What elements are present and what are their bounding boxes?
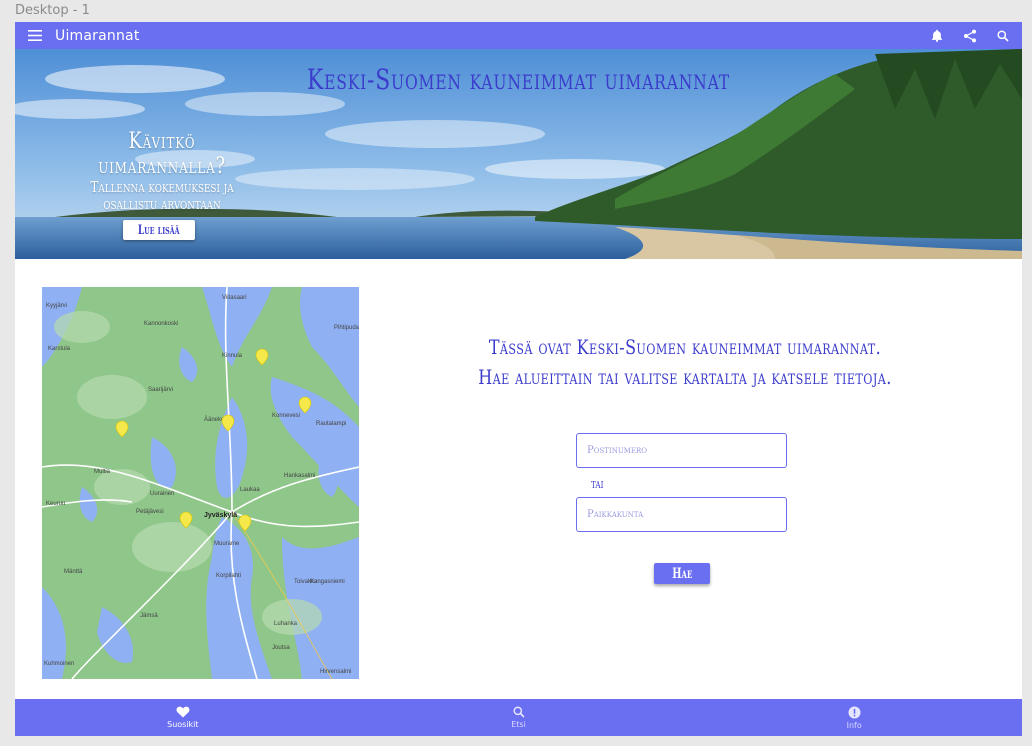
map-place-label: Kyyjärvi: [46, 303, 67, 309]
or-label: tai: [591, 477, 604, 492]
map-place-label: Mänttä: [64, 569, 83, 575]
read-more-label: Lue lisää: [138, 222, 180, 238]
nav-info[interactable]: Info: [686, 699, 1022, 736]
search-submit-button[interactable]: Hae: [654, 563, 710, 584]
map-place-label: Luhanka: [274, 621, 298, 627]
intro-line-1: Tässä ovat Keski-Suomen kauneimmat uimar…: [488, 335, 882, 359]
search-icon: [996, 29, 1009, 42]
app-title: Uimarannat: [55, 27, 140, 44]
map-place-label: Karstula: [48, 346, 71, 352]
nav-search[interactable]: Etsi: [351, 699, 687, 736]
map-place-label: Petäjävesi: [136, 509, 164, 515]
info-icon: [848, 706, 861, 718]
map-place-label: Viitasaari: [222, 295, 247, 301]
map-place-label: Korpilahti: [216, 573, 241, 579]
search-icon: [512, 706, 525, 718]
map-place-label: Muurame: [214, 541, 240, 547]
canvas-label: Desktop - 1: [15, 3, 90, 18]
map-place-label: Konnevesi: [272, 413, 300, 419]
intro-text: Tässä ovat Keski-Suomen kauneimmat uimar…: [453, 332, 917, 392]
map-place-label: Rautalampi: [316, 421, 346, 427]
search-button[interactable]: [989, 22, 1016, 49]
promo-text: Tallenna kokemuksesi ja osallistu arvont…: [90, 178, 234, 213]
hero-banner: Keski-Suomen kauneimmat uimarannat Kävit…: [15, 49, 1022, 259]
map-place-label: Kangasniemi: [310, 579, 345, 585]
nav-label: Etsi: [511, 720, 526, 729]
nav-favorites[interactable]: Suosikit: [15, 699, 351, 736]
map-place-label: Joutsa: [272, 645, 290, 651]
map-place-label: Saarijärvi: [148, 387, 173, 393]
map-place-label: Jämsä: [140, 613, 158, 619]
heart-icon: [176, 706, 190, 718]
intro-line-2: Hae alueittain tai valitse kartalta ja k…: [478, 365, 892, 389]
app-frame: Uimarannat Keski-Suomen kauneimmat uimar…: [15, 22, 1022, 736]
city-field[interactable]: [576, 497, 787, 532]
map-place-label: Hankasalmi: [284, 473, 315, 479]
menu-button[interactable]: [15, 22, 55, 49]
map-place-label: Jyväskylä: [204, 512, 237, 519]
map-place-label: Uurainen: [150, 491, 174, 497]
menu-icon: [28, 30, 42, 41]
search-submit-label: Hae: [671, 565, 693, 582]
nav-label: Info: [846, 720, 862, 730]
bottom-navigation: Suosikit Etsi Info: [15, 699, 1022, 736]
beach-map[interactable]: Viitasaari Kyyjärvi Kannonkoski Karstula Pih…: [42, 287, 359, 679]
map-place-label: Kinnula: [222, 353, 243, 359]
hero-title: Keski-Suomen kauneimmat uimarannat: [307, 63, 730, 96]
postal-code-input[interactable]: [577, 434, 786, 467]
map-place-label: Hirvensalmi: [320, 669, 351, 675]
promo-heading: Kävitkö uimarannalla?: [98, 129, 226, 179]
map-place-label: Keuruu: [46, 501, 65, 507]
share-button[interactable]: [956, 22, 983, 49]
notifications-button[interactable]: [923, 22, 950, 49]
map-place-label: Multia: [94, 469, 111, 475]
map-place-label: Kuhmoinen: [44, 661, 74, 667]
city-input[interactable]: [577, 498, 786, 531]
map-graphic: Viitasaari Kyyjärvi Kannonkoski Karstula Pih…: [42, 287, 359, 679]
map-place-label: Pihtipudas: [334, 325, 359, 331]
promo-block: Kävitkö uimarannalla? Tallenna kokemukse…: [37, 129, 287, 213]
map-place-label: Kannonkoski: [144, 321, 178, 327]
share-icon: [963, 29, 976, 42]
nav-label: Suosikit: [167, 720, 199, 729]
map-place-label: Laukaa: [240, 487, 260, 493]
top-app-bar: Uimarannat: [15, 22, 1022, 49]
read-more-button[interactable]: Lue lisää: [123, 220, 195, 240]
postal-code-field[interactable]: [576, 433, 787, 468]
bell-icon: [931, 29, 942, 42]
